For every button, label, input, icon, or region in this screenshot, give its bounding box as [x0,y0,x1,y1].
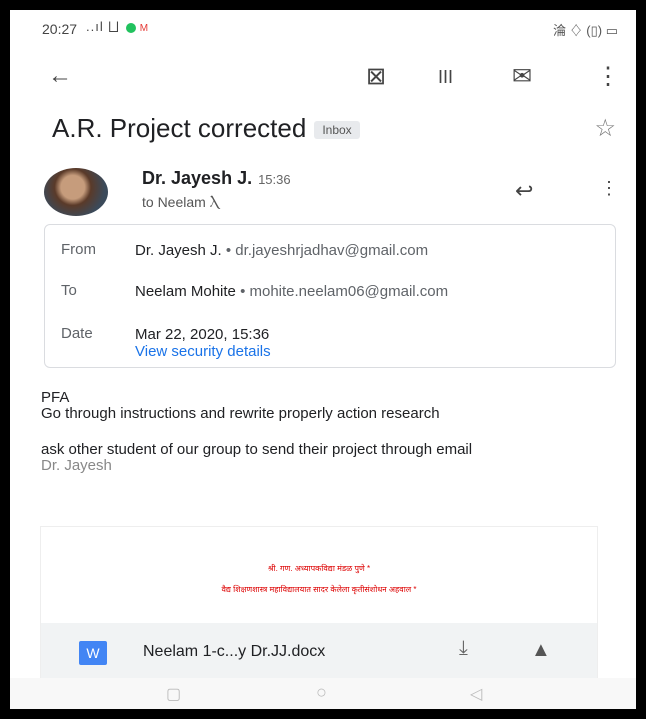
recents-icon[interactable]: ▢ [166,684,181,704]
signal-wifi-icons: ..ıl ⨆ M [86,19,150,34]
subject-text: A.R. Project corrected [52,113,307,143]
status-time: 20:27 [42,21,78,37]
body-line: PFA [41,389,70,406]
star-icon[interactable]: ☆ [594,114,616,143]
toolbar: ← ⊠ ΙΙΙ ✉ ⋮ [10,58,636,98]
attachment-card[interactable]: श्री. गण. अध्यापकविद्या मंडळ पुणे * वैद्… [40,526,598,688]
body-line: ask other student of our group to send t… [41,441,473,458]
to-value: Neelam Mohite • mohite.neelam06@gmail.co… [135,283,449,300]
sender-avatar[interactable] [44,168,108,216]
archive-icon[interactable]: ⊠ [366,62,386,91]
gmail-screen: 20:27 ..ıl ⨆ M 淪 ♢ (▯) ▭ ← ⊠ ΙΙΙ ✉ ⋮ A.R.… [10,10,636,709]
sender-header: Dr. Jayesh J. 15:36 [142,168,291,189]
preview-line: वैद्य शिक्षणशास्त्र महाविद्यालयात सादर क… [221,585,417,594]
body-line: Go through instructions and rewrite prop… [41,405,440,422]
word-doc-icon: W [79,641,107,665]
recipient-toggle[interactable]: to Neelam Ⲗ [142,194,219,211]
email-body: PFA Go through instructions and rewrite … [41,390,621,474]
attachment-filename[interactable]: Neelam 1-c...y Dr.JJ.docx [143,643,325,661]
status-right-icons: 淪 ♢ (▯) ▭ [553,23,618,38]
from-label: From [61,241,96,258]
reply-icon[interactable]: ↩ [515,178,533,204]
sent-time: 15:36 [258,172,291,187]
back-arrow-icon[interactable]: ← [48,62,72,90]
attachment-preview[interactable]: श्री. गण. अध्यापकविद्या मंडळ पुणे * वैद्… [41,527,597,623]
email-subject: A.R. Project corrected Inbox [52,113,360,144]
gmail-notification-icon: M [139,23,150,34]
app-notification-icon [125,22,136,33]
download-icon[interactable]: ⤓ [459,637,468,660]
save-to-drive-icon[interactable]: ▲ [531,639,551,662]
preview-line: श्री. गण. अध्यापकविद्या मंडळ पुणे * [267,564,371,573]
date-value: Mar 22, 2020, 15:36 [135,326,270,343]
email-signature: Dr. Jayesh [41,457,112,474]
email-details-box: From Dr. Jayesh J. • dr.jayeshrjadhav@gm… [44,224,616,368]
more-options-icon[interactable]: ⋮ [596,62,620,91]
inbox-label[interactable]: Inbox [314,121,360,140]
date-label: Date [61,325,93,342]
view-security-details-link[interactable]: View security details [135,343,271,360]
status-bar: 20:27 ..ıl ⨆ M 淪 ♢ (▯) ▭ [10,10,636,44]
delete-icon[interactable]: ΙΙΙ [438,67,453,88]
from-value: Dr. Jayesh J. • dr.jayeshrjadhav@gmail.c… [135,242,429,259]
system-nav-bar: ▢ ○ ◁ [10,678,636,709]
to-label: To [61,282,77,299]
message-more-icon[interactable]: ⋮ [600,178,618,199]
sender-name: Dr. Jayesh J. [142,168,253,188]
mark-unread-icon[interactable]: ✉ [512,62,532,91]
back-nav-icon[interactable]: ◁ [470,684,482,704]
home-icon[interactable]: ○ [316,682,327,703]
